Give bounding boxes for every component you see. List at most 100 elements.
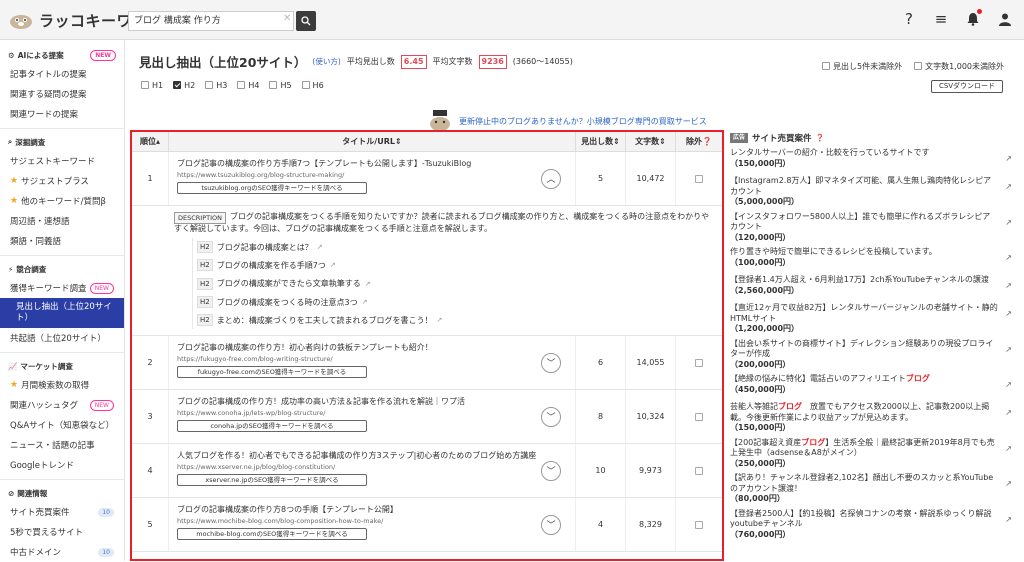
sidebar-item-qa[interactable]: Q&Aサイト（知恵袋など） <box>0 415 124 435</box>
checkbox[interactable] <box>914 62 923 70</box>
filter-h3[interactable]: H3 <box>205 81 227 90</box>
chars-column-header[interactable]: 文字数 ⇕ <box>626 132 676 152</box>
filter-h2[interactable]: H2 <box>173 81 195 90</box>
sidebar-item-title-suggest[interactable]: 記事タイトルの提案 <box>0 64 124 84</box>
external-link-icon[interactable]: ↗ <box>1005 408 1012 419</box>
exclude-checkbox[interactable] <box>695 358 703 367</box>
sidebar-item-synonyms[interactable]: 類語・同義語 <box>0 231 124 251</box>
chevron-down-icon[interactable]: ﹀ <box>541 406 561 427</box>
checkbox[interactable] <box>205 81 214 89</box>
result-url[interactable]: https://www.mochibe-blog.com/blog-compos… <box>177 517 567 525</box>
csv-download-button[interactable]: CSVダウンロード <box>931 80 1003 93</box>
result-title[interactable]: ブログ記事の構成案の作り方手順7つ【テンプレートも公開します】-TsuzukiB… <box>177 158 567 169</box>
result-url[interactable]: https://www.tsuzukiblog.org/blog-structu… <box>177 171 567 179</box>
chevron-up-icon[interactable]: ︿ <box>541 168 561 189</box>
heading-item[interactable]: H2 まとめ：構成案づくりを工夫して読まれるブログを書こう！ ↗ <box>192 311 714 330</box>
sidebar-item-acquired-keywords[interactable]: 獲得キーワード調査 NEW <box>0 278 124 298</box>
site-trade-item[interactable]: 【登録者1.4万人超え・6月利益17万】2ch系YouTubeチャンネルの譲渡（… <box>730 273 1020 301</box>
checkbox[interactable] <box>822 62 830 70</box>
chevron-down-icon[interactable]: ﹀ <box>541 352 561 373</box>
filter-h5[interactable]: H5 <box>269 81 292 90</box>
sidebar-item-site-trade[interactable]: サイト売買案件 10 <box>0 502 124 522</box>
sidebar-item-cooccurrence[interactable]: 共起語（上位20サイト） <box>0 328 124 348</box>
exclude-checkbox[interactable] <box>695 412 703 421</box>
sidebar-item-other-keywords[interactable]: ★ 他のキーワード/質問β <box>0 191 124 211</box>
seo-keyword-button[interactable]: mochibe-blog.comのSEO獲得キーワードを調べる <box>177 528 367 541</box>
external-link-icon[interactable]: ↗ <box>1005 182 1012 193</box>
external-link-icon[interactable]: ↗ <box>1005 345 1012 356</box>
promo-banner[interactable]: 更新停止中のブログありませんか？小規模ブログ専門の買取サービス <box>427 110 707 132</box>
site-trade-item[interactable]: 【直近12ヶ月で収益82万】レンタルサーバージャンルの老舗サイト・静的HTMLサ… <box>730 301 1020 337</box>
external-link-icon[interactable]: ↗ <box>1005 479 1012 490</box>
external-link-icon[interactable]: ↗ <box>1005 444 1012 455</box>
exclude-checkbox[interactable] <box>695 520 703 529</box>
external-link-icon[interactable]: ↗ <box>1005 154 1012 165</box>
site-trade-item[interactable]: レンタルサーバーの紹介・比較を行っているサイトです （150,000円） ↗ <box>730 146 1020 174</box>
site-trade-item[interactable]: 作り置きや時短で簡単にできるレシピを投稿しています。 （100,000円） ↗ <box>730 245 1020 273</box>
howto-link[interactable]: (使い方) <box>312 56 340 67</box>
title-column-header[interactable]: タイトル/URL ⇕ <box>169 132 576 152</box>
seo-keyword-button[interactable]: conoha.jpのSEO獲得キーワードを調べる <box>177 420 367 433</box>
checkbox[interactable] <box>301 81 310 89</box>
filter-h6[interactable]: H6 <box>301 81 324 90</box>
heading-item[interactable]: H2 ブログの構成案ができたら文章執筆する ↗ <box>192 274 714 293</box>
sidebar-item-trends[interactable]: Googleトレンド <box>0 455 124 475</box>
exclude-few-headings-option[interactable]: 見出し5件未満除外 <box>822 61 902 72</box>
search-button[interactable] <box>296 11 316 31</box>
seo-keyword-button[interactable]: xserver.ne.jpのSEO獲得キーワードを調べる <box>177 474 367 487</box>
clear-icon[interactable]: ✕ <box>283 13 291 24</box>
sidebar-item-used-domain[interactable]: 中古ドメイン 10 <box>0 542 124 562</box>
sidebar-item-related-suggest[interactable]: 関連ワードの提案 <box>0 104 124 124</box>
heading-item[interactable]: H2 ブログの構成案をつくる時の注意点3つ ↗ <box>192 292 714 312</box>
bell-icon[interactable] <box>964 9 982 28</box>
filter-h4[interactable]: H4 <box>237 81 259 90</box>
chevron-down-icon[interactable]: ﹀ <box>541 460 561 481</box>
site-trade-item[interactable]: 【訳あり！チャンネル登録者2,102名】顔出し不要のスカッと系YouTubeのア… <box>730 471 1020 507</box>
site-trade-item[interactable]: 【出会い系サイトの商標サイト】ディレクション経験ありの現役プロライターが作成 （2… <box>730 337 1020 373</box>
search-input[interactable]: ブログ 構成案 作り方 <box>128 11 294 31</box>
sidebar-item-related-words[interactable]: 周辺語・連想語 <box>0 211 124 231</box>
sidebar-item-hashtags[interactable]: 関連ハッシュタグ NEW <box>0 395 124 415</box>
site-trade-item[interactable]: 【200記事超え資産ブログ】生活系全般｜最終記事更新2019年8月でも売上発生中… <box>730 436 1020 472</box>
result-title[interactable]: ブログ記事の構成案の作り方！初心者向けの鉄板テンプレートも紹介！ <box>177 342 567 353</box>
heading-item[interactable]: H2 ブログ記事の構成案とは？ ↗ <box>192 238 714 257</box>
result-url[interactable]: https://www.xserver.ne.jp/blog/blog-cons… <box>177 463 567 471</box>
external-link-icon[interactable]: ↗ <box>1005 515 1012 526</box>
external-link-icon[interactable]: ↗ <box>330 261 336 269</box>
site-trade-item[interactable]: 【絶縁の悩みに特化】電話占いのアフィリエイトブログ （450,000円） ↗ <box>730 372 1020 400</box>
chevron-down-icon[interactable]: ﹀ <box>541 514 561 535</box>
site-trade-item[interactable]: 【Instagram2.8万人】即マネタイズ可能、属人生無し鶏肉特化レシピアカウ… <box>730 174 1020 210</box>
result-url[interactable]: https://fukugyo-free.com/blog-writing-st… <box>177 355 567 363</box>
external-link-icon[interactable]: ↗ <box>1005 253 1012 264</box>
sidebar-item-monthly-volume[interactable]: ★ 月間検索数の取得 <box>0 375 124 395</box>
seo-keyword-button[interactable]: tsuzukiblog.orgのSEO獲得キーワードを調べる <box>177 182 367 194</box>
seo-keyword-button[interactable]: fukugyo-free.comのSEO獲得キーワードを調べる <box>177 366 367 379</box>
sidebar-item-suggest-plus[interactable]: ★ サジェストプラス <box>0 171 124 191</box>
external-link-icon[interactable]: ↗ <box>436 316 442 324</box>
sidebar-item-suggest[interactable]: サジェストキーワード <box>0 151 124 171</box>
checkbox[interactable] <box>141 81 149 89</box>
help-icon[interactable]: ? <box>900 10 918 28</box>
site-trade-item[interactable]: 【インスタフォロワー5800人以上】誰でも簡単に作れるズボラレシピアカウント （1… <box>730 210 1020 246</box>
result-title[interactable]: ブログの記事構成案の作り方8つの手順【テンプレート公開】 <box>177 504 567 515</box>
help-icon[interactable]: ❓ <box>816 134 825 142</box>
external-link-icon[interactable]: ↗ <box>1005 309 1012 320</box>
headings-column-header[interactable]: 見出し数 ⇕ <box>576 132 626 152</box>
result-title[interactable]: ブログの記事構成の作り方！成功率の高い方法＆記事を作る流れを解説｜ワプ活 <box>177 396 567 407</box>
site-trade-item[interactable]: 【登録者2500人】【約1投稿】名探偵コナンの考察・解説系ゆっくり解説youtu… <box>730 507 1020 543</box>
help-icon[interactable]: ❓ <box>702 137 712 146</box>
sidebar-item-heading-extract[interactable]: 見出し抽出（上位20サイト） <box>0 298 124 328</box>
menu-icon[interactable]: ≡ <box>932 10 950 28</box>
external-link-icon[interactable]: ↗ <box>365 280 371 288</box>
external-link-icon[interactable]: ↗ <box>1005 380 1012 391</box>
checkbox-checked[interactable] <box>173 81 182 89</box>
sidebar-item-5sec-site[interactable]: 5秒で買えるサイト <box>0 522 124 542</box>
result-title[interactable]: 人気ブログを作る！初心者でもできる記事構成の作り方3ステップ|初心者のためのブロ… <box>177 450 567 461</box>
exclude-checkbox[interactable] <box>695 466 703 475</box>
sidebar-item-news[interactable]: ニュース・話題の記事 <box>0 435 124 455</box>
sidebar-item-question-suggest[interactable]: 関連する疑問の提案 <box>0 84 124 104</box>
external-link-icon[interactable]: ↗ <box>1005 218 1012 229</box>
exclude-short-text-option[interactable]: 文字数1,000未満除外 <box>914 61 1004 72</box>
heading-item[interactable]: H2 ブログの構成案を作る手順7つ ↗ <box>192 256 714 275</box>
checkbox[interactable] <box>269 81 278 89</box>
